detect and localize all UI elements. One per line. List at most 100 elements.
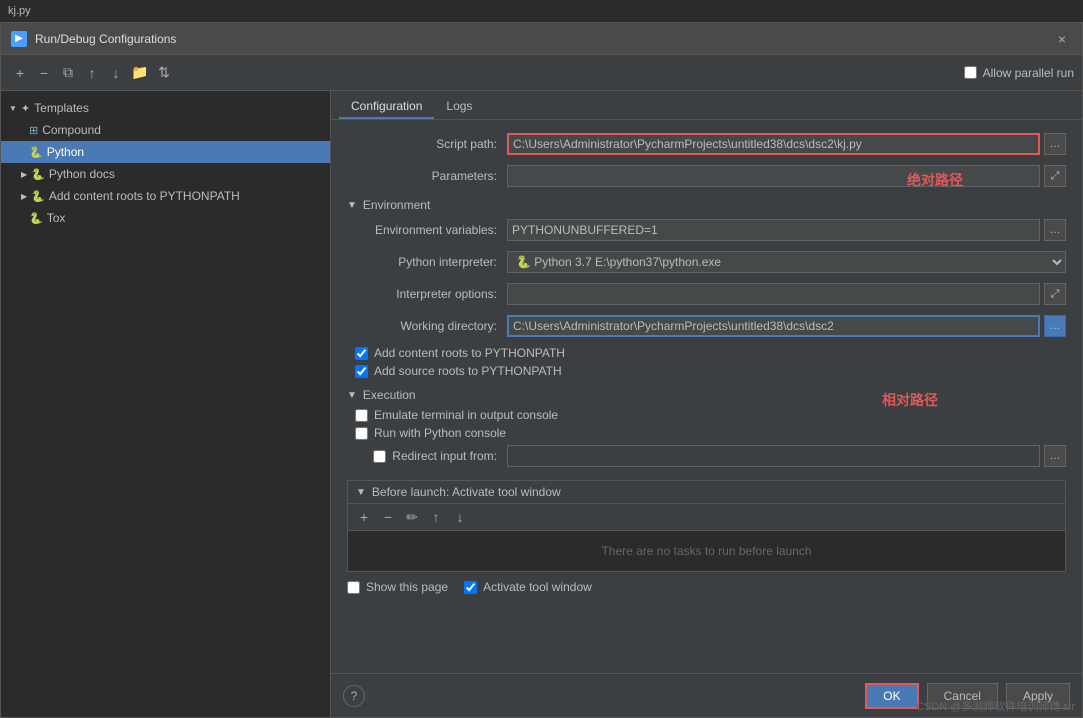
env-variables-row: Environment variables: … [347,218,1066,242]
environment-section-header[interactable]: ▼ Environment [347,198,1066,212]
main-toolbar: + − ⧉ ↑ ↓ 📁 ⇅ Allow parallel run [1,55,1082,91]
before-launch-up-button[interactable]: ↑ [426,507,446,527]
env-variables-browse-button[interactable]: … [1044,219,1066,241]
expand-tests-icon: ▶ [21,192,27,201]
before-launch-empty-content: There are no tasks to run before launch [348,531,1065,571]
working-directory-input[interactable] [507,315,1040,337]
execution-arrow-icon: ▼ [347,390,357,401]
content-area: Script path: … Parameters: ⤢ [331,120,1082,673]
sort-button[interactable]: ⇅ [153,62,175,84]
watermark: CSDN @多测师软件培训师傅 sir [916,698,1075,714]
parameters-row: Parameters: ⤢ [347,164,1066,188]
run-python-console-checkbox[interactable] [355,427,368,440]
sidebar-compound-label: Compound [42,123,101,137]
python-interpreter-row: Python interpreter: 🐍 Python 3.7 E:\pyth… [347,250,1066,274]
tab-bar: Configuration Logs [331,91,1082,120]
interpreter-options-expand-button[interactable]: ⤢ [1044,283,1066,305]
execution-section-header[interactable]: ▼ Execution [347,388,1066,402]
templates-icon: ✦ [21,102,30,115]
redirect-input-input[interactable] [507,445,1040,467]
dialog-titlebar: ▶ Run/Debug Configurations × [1,23,1082,55]
interpreter-options-input[interactable] [507,283,1040,305]
redirect-input-browse-button[interactable]: … [1044,445,1066,467]
python-interpreter-select[interactable]: 🐍 Python 3.7 E:\python37\python.exe [507,251,1066,273]
env-variables-input[interactable] [507,219,1040,241]
sidebar-python-tests-label: Add content roots to PYTHONPATH [49,189,240,203]
python-tests-icon: 🐍 [31,190,45,203]
move-up-button[interactable]: ↑ [81,62,103,84]
bottom-options: Show this page Activate tool window [347,572,1066,606]
tab-configuration[interactable]: Configuration [339,95,434,119]
parameters-expand-button[interactable]: ⤢ [1044,165,1066,187]
sidebar-item-tox[interactable]: 🐍 Tox [1,207,330,229]
copy-config-button[interactable]: ⧉ [57,62,79,84]
before-launch-arrow-icon: ▼ [356,487,366,498]
before-launch-header: ▼ Before launch: Activate tool window [348,481,1065,504]
redirect-input-field: … [507,445,1066,467]
before-launch-add-button[interactable]: + [354,507,374,527]
sidebar-item-python-docs[interactable]: ▶ 🐍 Python docs [1,163,330,185]
move-down-button[interactable]: ↓ [105,62,127,84]
sidebar-python-label: Python [47,145,84,159]
activate-tool-window-checkbox[interactable] [464,581,477,594]
parameters-label: Parameters: [347,169,507,183]
redirect-input-checkbox[interactable] [373,450,386,463]
emulate-terminal-label[interactable]: Emulate terminal in output console [374,408,558,422]
help-button[interactable]: ? [343,685,365,707]
allow-parallel-label[interactable]: Allow parallel run [983,66,1074,80]
add-source-roots-row: Add source roots to PYTHONPATH [347,364,1066,378]
add-content-roots-label[interactable]: Add content roots to PYTHONPATH [374,346,565,360]
add-source-roots-checkbox[interactable] [355,365,368,378]
redirect-input-label[interactable]: Redirect input from: [392,449,497,463]
add-config-button[interactable]: + [9,62,31,84]
before-launch-down-button[interactable]: ↓ [450,507,470,527]
working-directory-label: Working directory: [347,319,507,333]
activate-tool-window-row: Activate tool window [464,580,592,594]
before-launch-label: Before launch: Activate tool window [372,485,561,499]
allow-parallel-checkbox[interactable] [964,66,977,79]
tab-logs[interactable]: Logs [434,95,484,119]
before-launch-edit-button[interactable]: ✏ [402,507,422,527]
right-panel: Configuration Logs Script path: … [331,91,1082,717]
env-variables-label: Environment variables: [347,223,507,237]
close-button[interactable]: × [1052,29,1072,49]
interpreter-options-row: Interpreter options: ⤢ [347,282,1066,306]
show-this-page-checkbox[interactable] [347,581,360,594]
ok-button[interactable]: OK [865,683,918,709]
run-python-console-label[interactable]: Run with Python console [374,426,506,440]
add-content-roots-checkbox[interactable] [355,347,368,360]
environment-arrow-icon: ▼ [347,200,357,211]
execution-section-label: Execution [363,388,416,402]
taskbar-title: kj.py [8,5,31,17]
interpreter-options-field: ⤢ [507,283,1066,305]
dialog-wrapper: ▶ Run/Debug Configurations × + − ⧉ ↑ ↓ 📁… [0,22,1083,718]
working-directory-browse-button[interactable]: … [1044,315,1066,337]
sidebar-item-python[interactable]: 🐍 Python [1,141,330,163]
taskbar: kj.py [0,0,1083,22]
emulate-terminal-checkbox[interactable] [355,409,368,422]
folder-button[interactable]: 📁 [129,62,151,84]
expand-docs-icon: ▶ [21,170,27,179]
footer-left: ? [343,685,365,707]
sidebar-item-templates[interactable]: ▼ ✦ Templates [1,97,330,119]
script-path-label: Script path: [347,137,507,151]
allow-parallel-option: Allow parallel run [964,66,1074,80]
emulate-terminal-row: Emulate terminal in output console [347,408,1066,422]
remove-config-button[interactable]: − [33,62,55,84]
sidebar-python-docs-label: Python docs [49,167,115,181]
script-path-input[interactable] [507,133,1040,155]
add-source-roots-label[interactable]: Add source roots to PYTHONPATH [374,364,562,378]
sidebar-item-compound[interactable]: ⊞ Compound [1,119,330,141]
tox-icon: 🐍 [29,212,43,225]
before-launch-remove-button[interactable]: − [378,507,398,527]
working-directory-row: Working directory: … [347,314,1066,338]
show-this-page-row: Show this page [347,580,448,594]
show-this-page-label[interactable]: Show this page [366,580,448,594]
activate-tool-window-label[interactable]: Activate tool window [483,580,592,594]
parameters-input[interactable] [507,165,1040,187]
sidebar-item-python-tests[interactable]: ▶ 🐍 Add content roots to PYTHONPATH [1,185,330,207]
env-variables-field: … [507,219,1066,241]
script-path-browse-button[interactable]: … [1044,133,1066,155]
environment-section-label: Environment [363,198,430,212]
dialog-body: ▼ ✦ Templates ⊞ Compound 🐍 Python ▶ 🐍 [1,91,1082,717]
